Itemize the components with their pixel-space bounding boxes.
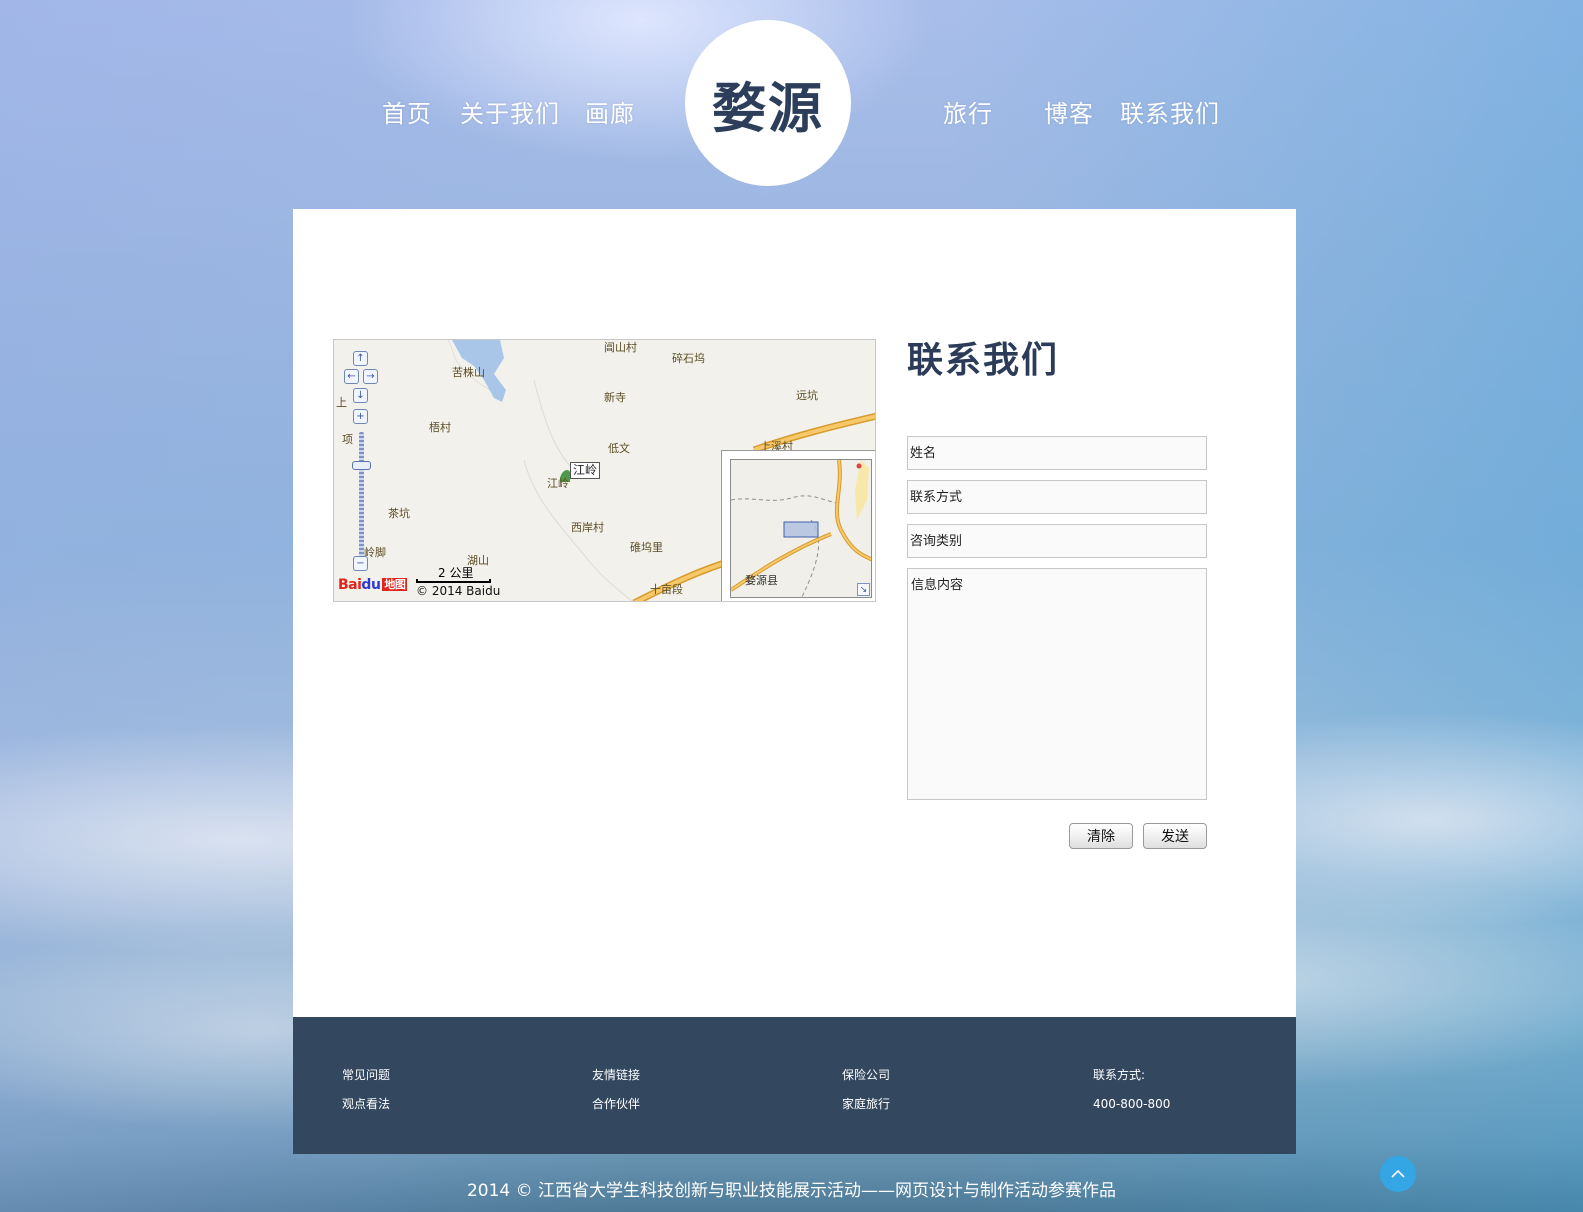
- footer-column-1: 常见问题 观点看法: [342, 1061, 390, 1119]
- overview-place: 婺源县: [745, 574, 778, 587]
- footer-contact-label: 联系方式:: [1093, 1068, 1146, 1082]
- map-place: 十亩段: [650, 583, 683, 596]
- nav-contact[interactable]: 联系我们: [1120, 94, 1220, 129]
- chevron-up-icon: [1391, 1169, 1405, 1178]
- pan-left-button[interactable]: ←: [344, 369, 359, 384]
- map-place: 碎石坞: [672, 352, 705, 365]
- nav-blog[interactable]: 博客: [1044, 94, 1094, 129]
- map-place: 项: [342, 433, 353, 446]
- map-place: 江岭: [547, 477, 569, 490]
- nav-about[interactable]: 关于我们: [460, 94, 560, 129]
- footer-link-friends[interactable]: 友情链接: [592, 1061, 640, 1090]
- footer-contact-phone: 400-800-800: [1093, 1097, 1171, 1111]
- baidu-paw-icon: du: [361, 577, 381, 593]
- map-overview[interactable]: 婺源县 ↘: [721, 450, 875, 601]
- zoom-slider-handle[interactable]: [352, 461, 371, 470]
- baidu-map[interactable]: 阊山村 碎石坞 苦株山 新寺 远坑 梧村 项 低文 上溪村 江岭 茶坑 西岸村 …: [333, 339, 876, 602]
- zoom-out-button[interactable]: −: [353, 556, 368, 571]
- nav-travel[interactable]: 旅行: [943, 94, 993, 129]
- logo-text: 婺源: [712, 76, 824, 140]
- phone-field[interactable]: [907, 480, 1207, 514]
- map-place: 远坑: [796, 389, 818, 402]
- back-to-top-button[interactable]: [1380, 1156, 1416, 1192]
- baidu-logo[interactable]: Baidu 地图: [338, 576, 408, 593]
- contact-title: 联系我们: [907, 339, 1060, 381]
- footer-column-3: 保险公司 家庭旅行: [842, 1061, 890, 1119]
- map-place: 阊山村: [604, 341, 637, 354]
- map-place: 上: [336, 396, 347, 409]
- map-place: 茶坑: [388, 507, 410, 520]
- pan-up-button[interactable]: ↑: [353, 351, 368, 366]
- footer-link-opinions[interactable]: 观点看法: [342, 1090, 390, 1119]
- map-place: 西岸村: [571, 521, 604, 534]
- map-place: 新寺: [604, 391, 626, 404]
- map-place: 苦株山: [452, 366, 485, 379]
- footer: 常见问题 观点看法 友情链接 合作伙伴 保险公司 家庭旅行 联系方式: 400-…: [293, 1017, 1296, 1154]
- footer-link-faq[interactable]: 常见问题: [342, 1061, 390, 1090]
- zoom-in-button[interactable]: +: [353, 409, 368, 424]
- map-marker-label[interactable]: 江岭: [570, 462, 601, 480]
- baidu-map-text: 地图: [382, 578, 408, 591]
- site-copyright: 2014 © 江西省大学生科技创新与职业技能展示活动——网页设计与制作活动参赛作…: [466, 1181, 1117, 1201]
- overview-map[interactable]: 婺源县 ↘: [730, 459, 872, 598]
- map-place: 低文: [608, 442, 630, 455]
- map-place: 梧村: [429, 421, 451, 434]
- map-scale-bar: [416, 579, 491, 583]
- overview-toggle-button[interactable]: ↘: [857, 583, 870, 596]
- nav-gallery[interactable]: 画廊: [585, 94, 635, 129]
- footer-link-insurance[interactable]: 保险公司: [842, 1061, 890, 1090]
- footer-contact: 联系方式: 400-800-800: [1093, 1061, 1170, 1119]
- main-panel: 阊山村 碎石坞 苦株山 新寺 远坑 梧村 项 低文 上溪村 江岭 茶坑 西岸村 …: [293, 209, 1296, 1017]
- nav-home[interactable]: 首页: [382, 94, 432, 129]
- pan-down-button[interactable]: ↓: [353, 388, 368, 403]
- footer-link-family-travel[interactable]: 家庭旅行: [842, 1090, 890, 1119]
- baidu-logo-text: Bai: [338, 577, 362, 593]
- map-place: 碓坞里: [630, 541, 663, 554]
- clear-button[interactable]: 清除: [1069, 823, 1133, 849]
- send-button[interactable]: 发送: [1143, 823, 1207, 849]
- logo[interactable]: 婺源: [685, 20, 851, 186]
- footer-column-2: 友情链接 合作伙伴: [592, 1061, 640, 1119]
- zoom-slider[interactable]: [359, 432, 364, 562]
- category-field[interactable]: [907, 524, 1207, 558]
- map-copyright: © 2014 Baidu: [416, 584, 501, 598]
- pan-right-button[interactable]: →: [363, 369, 378, 384]
- message-field[interactable]: [907, 568, 1207, 800]
- name-field[interactable]: [907, 436, 1207, 470]
- footer-link-partners[interactable]: 合作伙伴: [592, 1090, 640, 1119]
